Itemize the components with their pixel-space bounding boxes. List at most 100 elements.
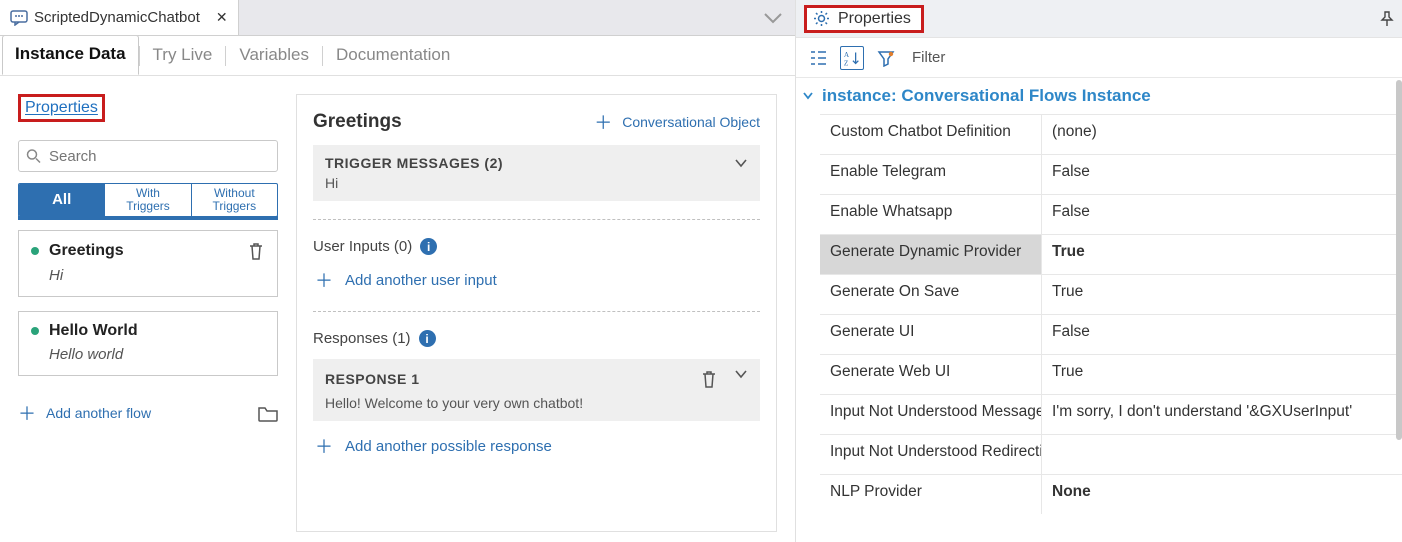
properties-titlebar: Properties — [796, 0, 1402, 38]
flow-title: Hello World — [49, 322, 138, 340]
property-name: Input Not Understood Messages — [820, 395, 1042, 434]
plus-icon: ＋ — [315, 267, 333, 293]
chevron-down-icon — [802, 91, 814, 101]
property-value[interactable]: None — [1042, 475, 1402, 514]
user-inputs-label: User Inputs (0) — [313, 238, 412, 255]
filter-all[interactable]: All — [19, 184, 104, 216]
search-icon — [26, 149, 41, 164]
filter-without-triggers[interactable]: Without Triggers — [191, 184, 277, 216]
add-flow-button[interactable]: Add another flow — [46, 405, 151, 421]
tabs-overflow-chevron[interactable] — [763, 12, 795, 24]
property-row[interactable]: NLP ProviderNone — [820, 474, 1402, 514]
property-row[interactable]: Custom Chatbot Definition(none) — [820, 114, 1402, 154]
plus-icon: ＋ — [315, 433, 333, 459]
subtab-instance-data[interactable]: Instance Data — [2, 35, 139, 75]
document-tabs: ScriptedDynamicChatbot ✕ — [0, 0, 795, 36]
info-icon[interactable]: i — [419, 330, 436, 347]
pin-icon[interactable] — [1380, 11, 1394, 27]
filter-with-triggers[interactable]: With Triggers — [104, 184, 190, 216]
property-value[interactable]: True — [1042, 275, 1402, 314]
flow-card[interactable]: Hello World Hello world — [18, 311, 278, 376]
status-dot-icon — [31, 327, 39, 335]
property-group-header[interactable]: instance: Conversational Flows Instance — [796, 78, 1402, 114]
property-row[interactable]: Input Not Understood Redirection — [820, 434, 1402, 474]
editor-body: Properties All With Triggers Without Tri… — [0, 76, 795, 542]
property-row[interactable]: Input Not Understood MessagesI'm sorry, … — [820, 394, 1402, 434]
property-value[interactable]: (none) — [1042, 115, 1402, 154]
conversational-object-button[interactable]: ＋ Conversational Object — [594, 109, 760, 135]
filter-funnel-button[interactable] — [874, 46, 898, 70]
flow-subtitle: Hi — [49, 267, 265, 284]
property-row[interactable]: Generate Web UITrue — [820, 354, 1402, 394]
chevron-down-icon[interactable] — [734, 158, 748, 168]
property-value[interactable]: False — [1042, 315, 1402, 354]
responses-label: Responses (1) — [313, 330, 411, 347]
user-inputs-section: User Inputs (0) i — [313, 238, 760, 255]
sort-az-button[interactable]: AZ — [840, 46, 864, 70]
property-name: Generate On Save — [820, 275, 1042, 314]
trigger-sample: Hi — [325, 175, 748, 191]
property-value[interactable] — [1042, 435, 1402, 474]
delete-response-button[interactable] — [700, 369, 718, 389]
flows-sidebar: Properties All With Triggers Without Tri… — [18, 94, 278, 532]
filter-label[interactable]: Filter — [912, 49, 945, 66]
close-tab-button[interactable]: ✕ — [216, 9, 228, 26]
subtab-documentation[interactable]: Documentation — [323, 36, 463, 75]
chatbot-icon — [10, 10, 28, 26]
delete-flow-button[interactable] — [247, 241, 265, 261]
properties-panel: Properties AZ Filter instance: Conversat… — [796, 0, 1402, 542]
divider — [313, 219, 760, 220]
info-icon[interactable]: i — [420, 238, 437, 255]
response-title: RESPONSE 1 — [325, 371, 419, 387]
property-value[interactable]: True — [1042, 355, 1402, 394]
property-name: Generate Web UI — [820, 355, 1042, 394]
add-response-button[interactable]: ＋ Add another possible response — [315, 433, 760, 459]
property-row[interactable]: Enable TelegramFalse — [820, 154, 1402, 194]
editor-subtabs: Instance Data Try Live Variables Documen… — [0, 36, 795, 76]
status-dot-icon — [31, 247, 39, 255]
scrollbar[interactable] — [1396, 80, 1402, 440]
plus-icon: ＋ — [594, 109, 612, 135]
flow-title: Greetings — [49, 242, 124, 260]
flow-editor: Greetings ＋ Conversational Object TRIGGE… — [296, 94, 777, 532]
add-response-label: Add another possible response — [345, 438, 552, 455]
categorize-button[interactable] — [806, 46, 830, 70]
property-value[interactable]: True — [1042, 235, 1402, 274]
response-block[interactable]: RESPONSE 1 Hello! Welcome to your very o… — [313, 359, 760, 421]
property-value[interactable]: I'm sorry, I don't understand '&GXUserIn… — [1042, 395, 1402, 434]
property-value[interactable]: False — [1042, 155, 1402, 194]
conversational-object-label: Conversational Object — [622, 114, 760, 130]
folder-icon[interactable] — [258, 405, 278, 422]
responses-section: Responses (1) i — [313, 330, 760, 347]
divider — [313, 311, 760, 312]
property-name: Custom Chatbot Definition — [820, 115, 1042, 154]
subtab-variables[interactable]: Variables — [226, 36, 322, 75]
trigger-messages-block[interactable]: TRIGGER MESSAGES (2) Hi — [313, 145, 760, 201]
flow-list: Greetings Hi Hello World Hello world — [18, 230, 278, 376]
editor-pane: ScriptedDynamicChatbot ✕ Instance Data T… — [0, 0, 796, 542]
property-grid: Custom Chatbot Definition(none)Enable Te… — [796, 114, 1402, 514]
property-name: Generate UI — [820, 315, 1042, 354]
search-input[interactable] — [18, 140, 278, 172]
property-name: NLP Provider — [820, 475, 1042, 514]
property-name: Enable Whatsapp — [820, 195, 1042, 234]
properties-toolbar: AZ Filter — [796, 38, 1402, 78]
flow-editor-title: Greetings — [313, 111, 402, 133]
svg-text:A: A — [844, 51, 850, 59]
search-wrap — [18, 140, 278, 172]
add-user-input-button[interactable]: ＋ Add another user input — [315, 267, 760, 293]
flow-card[interactable]: Greetings Hi — [18, 230, 278, 297]
gear-icon — [813, 10, 830, 27]
chevron-down-icon[interactable] — [734, 369, 748, 389]
properties-link[interactable]: Properties — [25, 99, 98, 116]
add-flow-row: ＋ Add another flow — [18, 400, 278, 426]
flow-subtitle: Hello world — [49, 346, 265, 363]
property-row[interactable]: Enable WhatsappFalse — [820, 194, 1402, 234]
property-row[interactable]: Generate On SaveTrue — [820, 274, 1402, 314]
property-row[interactable]: Generate Dynamic ProviderTrue — [820, 234, 1402, 274]
property-value[interactable]: False — [1042, 195, 1402, 234]
property-row[interactable]: Generate UIFalse — [820, 314, 1402, 354]
subtab-try-live[interactable]: Try Live — [140, 36, 226, 75]
document-tab[interactable]: ScriptedDynamicChatbot ✕ — [0, 0, 239, 35]
add-user-input-label: Add another user input — [345, 272, 497, 289]
